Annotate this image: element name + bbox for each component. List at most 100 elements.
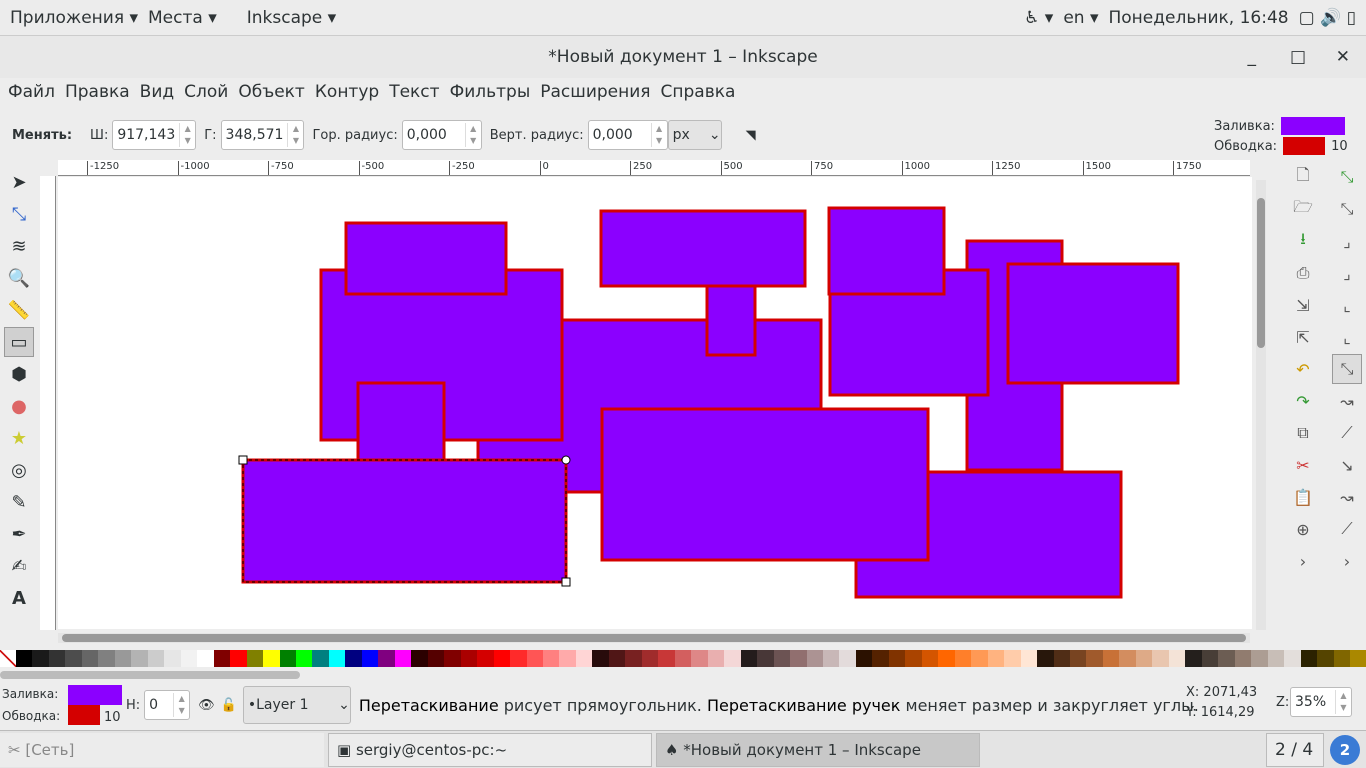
task-terminal[interactable]: ▣ sergiy@centos-pc:~ [328, 733, 652, 767]
palette-swatch[interactable] [131, 650, 148, 667]
menu-extensions[interactable]: Расширения [540, 82, 650, 110]
palette-swatch[interactable] [1152, 650, 1169, 667]
palette-swatch[interactable] [510, 650, 527, 667]
palette-swatch[interactable] [1168, 650, 1186, 667]
menu-path[interactable]: Контур [315, 82, 379, 110]
resize-handle[interactable] [561, 577, 571, 587]
palette-swatch[interactable] [1102, 650, 1120, 667]
palette-swatch[interactable] [905, 650, 922, 667]
palette-swatch[interactable] [477, 650, 494, 667]
clock[interactable]: Понедельник, 16:48 [1109, 8, 1289, 28]
new-document-icon[interactable]: 🗋 [1288, 162, 1318, 192]
palette-swatch[interactable] [361, 650, 379, 667]
copy-icon[interactable]: ⧉ [1288, 418, 1318, 448]
rectangle[interactable] [599, 209, 807, 288]
no-color-swatch[interactable] [0, 650, 16, 667]
palette-swatch[interactable] [888, 650, 906, 667]
palette-swatch[interactable] [1300, 650, 1318, 667]
snap-more-icon[interactable]: › [1332, 546, 1362, 576]
close-button[interactable]: ✕ [1336, 47, 1350, 67]
rectangle[interactable] [827, 206, 946, 296]
workspace-indicator[interactable]: 2 / 4 [1266, 733, 1324, 767]
palette-swatch[interactable] [641, 650, 659, 667]
redo-icon[interactable]: ↷ [1288, 386, 1318, 416]
places-menu[interactable]: Места ▾ [148, 8, 217, 28]
star-tool-icon[interactable]: ★ [4, 423, 34, 453]
palette-swatch[interactable] [559, 650, 576, 667]
palette-swatch[interactable] [1234, 650, 1252, 667]
rectangle[interactable] [1006, 262, 1180, 385]
palette-swatch[interactable] [16, 650, 33, 667]
palette-swatch[interactable] [1218, 650, 1235, 667]
palette-swatch[interactable] [312, 650, 329, 667]
snap-cusp-icon[interactable]: ↘ [1332, 450, 1362, 480]
save-icon[interactable]: ⭳ [1288, 226, 1318, 256]
paste-icon[interactable]: 📋 [1288, 482, 1318, 512]
import-icon[interactable]: ⇲ [1288, 290, 1318, 320]
palette-swatch[interactable] [707, 650, 725, 667]
palette-swatch[interactable] [674, 650, 692, 667]
menu-edit[interactable]: Правка [65, 82, 130, 110]
stroke-swatch[interactable] [1283, 137, 1326, 155]
palette-swatch[interactable] [790, 650, 807, 667]
palette-swatch[interactable] [378, 650, 395, 667]
zoom-tool-icon[interactable]: 🔍 [4, 263, 34, 293]
rectangle[interactable] [600, 407, 930, 562]
color-palette[interactable] [0, 650, 1366, 667]
selector-tool-icon[interactable]: ➤ [4, 167, 34, 197]
snap-intersection-icon[interactable]: ⟋ [1332, 418, 1362, 448]
palette-swatch[interactable] [230, 650, 247, 667]
palette-swatch[interactable] [81, 650, 99, 667]
palette-swatch[interactable] [575, 650, 593, 667]
palette-scrollbar[interactable] [0, 671, 300, 679]
zoom-input[interactable]: 35% ▲ ▼ [1290, 687, 1352, 717]
more-icon[interactable]: › [1288, 546, 1318, 576]
layer-select[interactable]: •Layer 1 ⌄ [242, 686, 351, 724]
palette-swatch[interactable] [691, 650, 708, 667]
palette-swatch[interactable] [246, 650, 264, 667]
palette-swatch[interactable] [1201, 650, 1219, 667]
rectangle[interactable] [705, 284, 757, 357]
measure-tool-icon[interactable]: 📏 [4, 295, 34, 325]
palette-swatch[interactable] [180, 650, 198, 667]
palette-swatch[interactable] [1053, 650, 1070, 667]
accessibility-icon[interactable]: ♿ ▾ [1024, 8, 1053, 28]
palette-swatch[interactable] [114, 650, 132, 667]
snap-smooth-icon[interactable]: ↝ [1332, 482, 1362, 512]
layer-lock-icon[interactable]: 🔓 [221, 698, 237, 713]
task-network[interactable]: ✂ [Сеть] [0, 733, 324, 767]
palette-swatch[interactable] [1333, 650, 1350, 667]
snap-nodes-icon[interactable]: ⤡ [1332, 354, 1362, 384]
notification-badge[interactable]: 2 [1330, 735, 1360, 765]
palette-swatch[interactable] [1317, 650, 1334, 667]
task-inkscape[interactable]: ♠ *Новый документ 1 – Inkscape [656, 733, 980, 767]
palette-swatch[interactable] [1070, 650, 1087, 667]
export-icon[interactable]: ⇱ [1288, 322, 1318, 352]
palette-swatch[interactable] [1119, 650, 1136, 667]
palette-swatch[interactable] [608, 650, 626, 667]
snap-center-icon[interactable]: ⌞ [1332, 322, 1362, 352]
snap-toggle-icon[interactable]: ⤡ [1332, 162, 1362, 192]
menu-help[interactable]: Справка [661, 82, 736, 110]
palette-swatch[interactable] [592, 650, 609, 667]
snap-paths-icon[interactable]: ↝ [1332, 386, 1362, 416]
fill-swatch[interactable] [1280, 117, 1345, 135]
palette-swatch[interactable] [295, 650, 313, 667]
palette-swatch[interactable] [1020, 650, 1038, 667]
layer-visibility-icon[interactable]: 👁 [198, 698, 215, 713]
menu-file[interactable]: Файл [8, 82, 55, 110]
palette-swatch[interactable] [954, 650, 972, 667]
palette-swatch[interactable] [98, 650, 115, 667]
menu-layer[interactable]: Слой [184, 82, 228, 110]
system-icons[interactable]: ▢ 🔊 ▯ [1299, 8, 1356, 28]
palette-swatch[interactable] [394, 650, 412, 667]
palette-swatch[interactable] [971, 650, 988, 667]
calligraphy-tool-icon[interactable]: ✍ [4, 551, 34, 581]
rectangle[interactable] [344, 221, 508, 296]
palette-swatch[interactable] [921, 650, 939, 667]
palette-swatch[interactable] [872, 650, 889, 667]
palette-swatch[interactable] [526, 650, 543, 667]
3dbox-tool-icon[interactable]: ⬢ [4, 359, 34, 389]
zoom-selection-icon[interactable]: ⊕ [1288, 514, 1318, 544]
palette-swatch[interactable] [279, 650, 296, 667]
